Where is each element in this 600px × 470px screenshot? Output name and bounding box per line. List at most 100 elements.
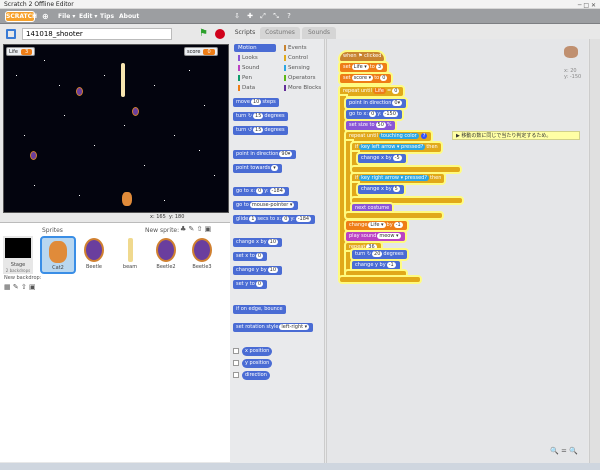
category-events[interactable]: Events (280, 44, 322, 52)
zoom-controls[interactable]: 🔍 = 🔍 (550, 447, 578, 455)
category-data[interactable]: Data (234, 84, 276, 92)
if-left-end (352, 167, 460, 172)
stage-thumbnail[interactable]: Stage 2 backdrops (3, 236, 33, 274)
block-set-y[interactable]: set y to 0 (233, 280, 267, 289)
beetle2-sprite[interactable] (132, 107, 139, 116)
menu-bar: SCRATCH ⊕ File ▾ Edit ▾ Tips About ⇩ ✚ ⤢… (0, 9, 600, 24)
script-change-y[interactable]: change y by -1 (352, 261, 400, 270)
script-set-size[interactable]: set size to 50% (346, 121, 395, 130)
shrink-icon[interactable]: ⤡ (271, 11, 281, 22)
category-list: Motion Looks Sound Pen Data Events Contr… (232, 42, 322, 94)
script-goto-xy[interactable]: go to x: 0 y: -150 (346, 110, 402, 119)
script-turn-right[interactable]: turn ↻ 20 degrees (352, 250, 407, 259)
life-monitor[interactable]: Life 3 (6, 47, 36, 56)
project-name-input[interactable]: 141018_shooter (22, 28, 172, 40)
fullscreen-icon[interactable] (6, 29, 16, 39)
beam-sprite[interactable] (121, 63, 125, 97)
delete-icon[interactable]: ✚ (245, 11, 255, 22)
beetle-sprite[interactable] (76, 87, 83, 96)
new-backdrop-label: New backdrop: (4, 275, 42, 281)
script-next-costume[interactable]: next costume (352, 204, 393, 213)
stage-backdrop-image (5, 238, 31, 258)
hat-when-flag-clicked[interactable]: when ⚑ clicked (340, 52, 385, 61)
block-point-towards[interactable]: point towards ▾ (233, 164, 282, 173)
reporter-x-position[interactable]: x position (242, 347, 273, 356)
script-repeat-until-life[interactable]: repeat until Life = 0 (340, 87, 404, 96)
script-repeat-until-touching[interactable]: repeat until touching color? (346, 132, 432, 141)
category-more-blocks[interactable]: More Blocks (280, 84, 322, 92)
block-set-x[interactable]: set x to 0 (233, 252, 267, 261)
category-control[interactable]: Control (280, 54, 322, 62)
block-turn-left[interactable]: turn ↺ 15 degrees (233, 126, 288, 135)
taskbar (0, 463, 600, 470)
script-change-x-right[interactable]: change x by 5 (358, 185, 404, 194)
script-set-score[interactable]: set score ▾ to 0 (340, 74, 392, 83)
repeat-36-end (346, 271, 406, 276)
menu-edit[interactable]: Edit ▾ (79, 9, 97, 24)
menu-tips[interactable]: Tips (100, 9, 114, 24)
script-point-direction[interactable]: point in direction 0▾ (346, 99, 407, 108)
script-comment[interactable]: ▶ 移動の数に同じで当たり判定するため。 (452, 131, 580, 140)
tab-sounds[interactable]: Sounds (302, 27, 336, 39)
scratch-logo[interactable]: SCRATCH (5, 11, 37, 22)
sprite-thumb-beam[interactable]: beam (112, 236, 148, 274)
globe-icon[interactable]: ⊕ (42, 9, 49, 24)
menu-about[interactable]: About (119, 9, 139, 24)
beetle-icon (192, 238, 212, 262)
beetle-icon (84, 238, 104, 262)
block-point-direction[interactable]: point in direction 90▾ (233, 150, 297, 159)
sprite-thumb-beetle2[interactable]: Beetle2 (148, 236, 184, 274)
block-move-steps[interactable]: move 10 steps (233, 98, 279, 107)
green-flag-icon[interactable]: ⚑ (199, 28, 209, 39)
category-sensing[interactable]: Sensing (280, 64, 322, 72)
tab-costumes[interactable]: Costumes (260, 27, 300, 39)
script-change-life[interactable]: change Life ▾ by -1 (346, 221, 407, 230)
block-goto[interactable]: go to mouse-pointer ▾ (233, 201, 299, 210)
current-sprite-thumbnail (564, 46, 578, 58)
block-change-y[interactable]: change y by 10 (233, 266, 283, 275)
sprites-title: Sprites (42, 227, 63, 234)
block-goto-xy[interactable]: go to x: 0 y: -184 (233, 187, 289, 196)
stage-canvas[interactable]: Life 3 score 0 (3, 44, 229, 213)
block-turn-right[interactable]: turn ↻ 15 degrees (233, 112, 288, 121)
new-sprite-tools[interactable]: ♣ ✎ ⇧ ▣ (180, 225, 211, 233)
grow-icon[interactable]: ⤢ (258, 11, 268, 22)
checkbox-y-position[interactable] (233, 360, 239, 366)
block-change-x[interactable]: change x by 10 (233, 238, 283, 247)
tab-scripts[interactable]: Scripts (232, 27, 258, 39)
reporter-direction[interactable]: direction (242, 371, 270, 380)
script-set-life[interactable]: set Life ▾ to 3 (340, 63, 387, 72)
reporter-y-position[interactable]: y position (242, 359, 273, 368)
category-looks[interactable]: Looks (234, 54, 276, 62)
block-bounce[interactable]: if on edge, bounce (233, 305, 286, 314)
checkbox-direction[interactable] (233, 372, 239, 378)
beetle3-sprite[interactable] (30, 151, 37, 160)
new-backdrop-tools[interactable]: ▦ ✎ ⇧ ▣ (4, 283, 36, 291)
sprite-xy-info: x: 20 y: -150 (564, 68, 582, 80)
category-operators[interactable]: Operators (280, 74, 322, 82)
category-pen[interactable]: Pen (234, 74, 276, 82)
menu-file[interactable]: File ▾ (58, 9, 75, 24)
sprite-thumb-beetle[interactable]: Beetle (76, 236, 112, 274)
sprite-thumb-beetle3[interactable]: Beetle3 (184, 236, 220, 274)
repeat-until-end (340, 277, 420, 282)
script-change-x-left[interactable]: change x by -5 (358, 154, 406, 163)
script-play-sound[interactable]: play sound meow ▾ (346, 232, 405, 241)
score-monitor[interactable]: score 0 (184, 47, 218, 56)
block-glide[interactable]: glide 1 secs to x: 0 y: -184 (233, 215, 316, 224)
help-icon[interactable]: ? (284, 11, 294, 22)
stage-header: 141018_shooter ⚑ (0, 24, 230, 44)
stop-icon[interactable] (215, 29, 225, 39)
category-sound[interactable]: Sound (234, 64, 276, 72)
app-window: Scratch 2 Offline Editor ─ □ ✕ SCRATCH ⊕… (0, 0, 600, 470)
beetle-icon (156, 238, 176, 262)
block-rotation-style[interactable]: set rotation style left-right ▾ (233, 323, 314, 332)
scripts-scrollbar[interactable] (589, 39, 600, 463)
duplicate-icon[interactable]: ⇩ (232, 11, 242, 22)
category-motion[interactable]: Motion (234, 44, 276, 52)
checkbox-x-position[interactable] (233, 348, 239, 354)
sprite-thumb-cat2[interactable]: Cat2 (40, 236, 76, 274)
script-if-right-arrow[interactable]: if key right arrow ▾ pressed? then (352, 174, 445, 183)
cat-sprite[interactable] (122, 192, 132, 206)
script-if-left-arrow[interactable]: if key left arrow ▾ pressed? then (352, 143, 441, 152)
